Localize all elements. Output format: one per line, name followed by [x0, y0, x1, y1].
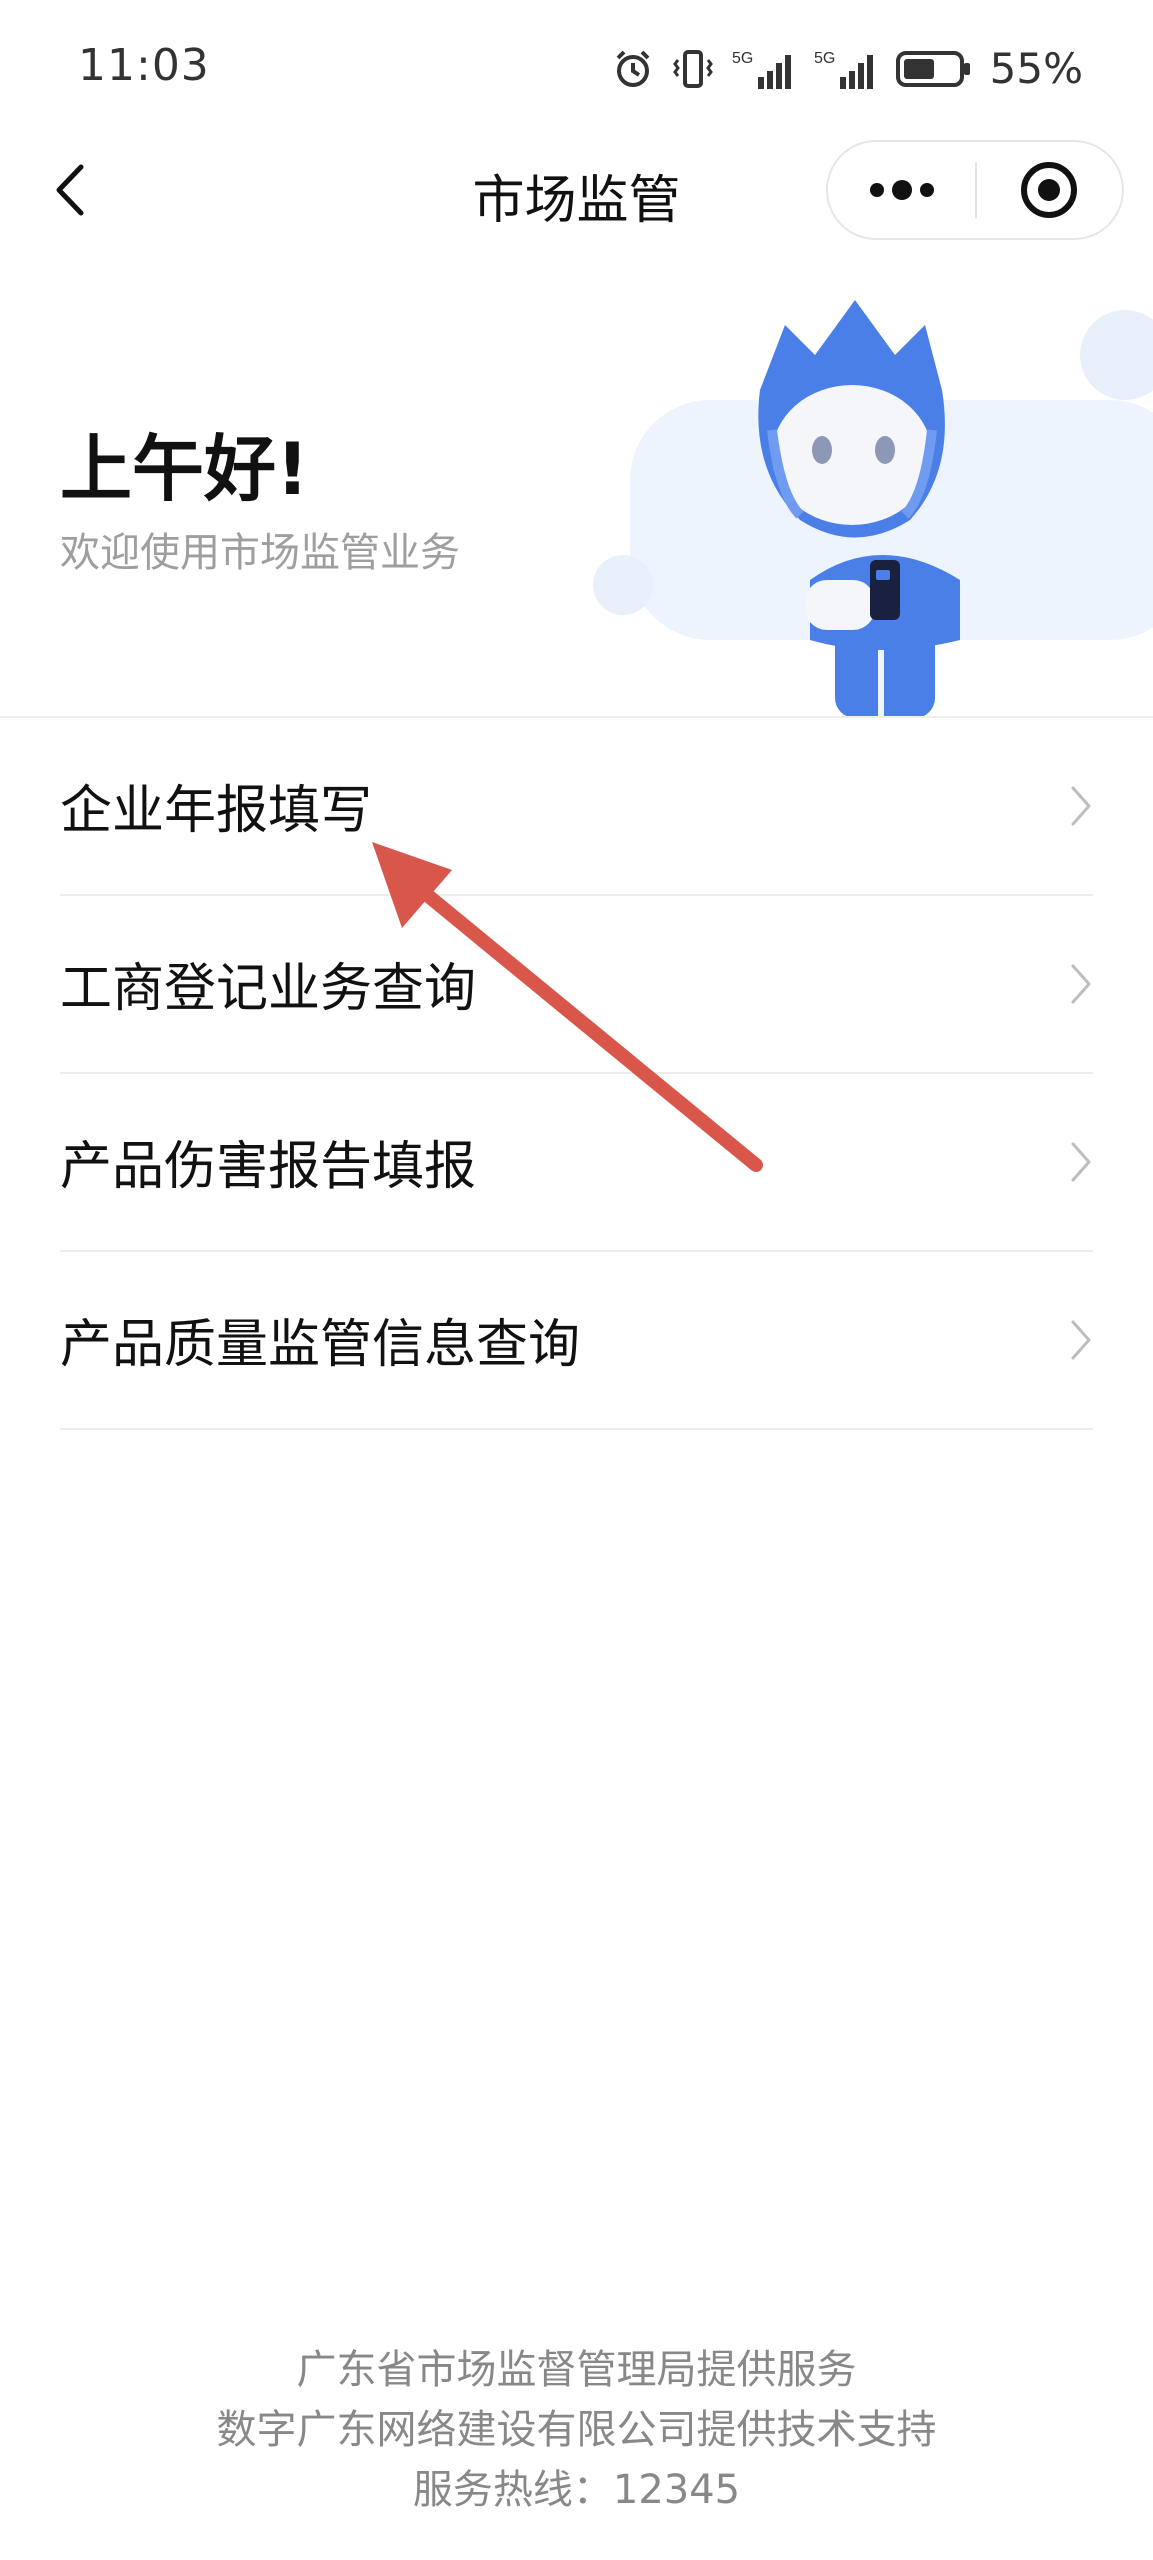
chevron-right-icon	[1071, 786, 1091, 826]
service-menu: 企业年报填写 工商登记业务查询 产品伤害报告填报 产品质量监管信息查询	[60, 718, 1093, 1430]
chevron-right-icon	[1071, 1320, 1091, 1360]
status-time: 11:03	[78, 40, 210, 91]
menu-item-quality-query[interactable]: 产品质量监管信息查询	[60, 1252, 1093, 1430]
footer-provider: 广东省市场监督管理局提供服务	[296, 2347, 857, 2393]
vibrate-icon	[672, 49, 713, 88]
menu-item-label: 产品伤害报告填报	[60, 1137, 477, 1197]
battery-percent: 55%	[989, 44, 1083, 93]
menu-item-label: 企业年报填写	[60, 781, 373, 841]
alarm-icon	[616, 50, 650, 87]
close-miniapp-button[interactable]	[977, 142, 1122, 238]
chevron-right-icon	[1071, 1142, 1091, 1182]
menu-item-registration-query[interactable]: 工商登记业务查询	[60, 896, 1093, 1074]
more-button[interactable]	[828, 142, 975, 238]
menu-item-label: 工商登记业务查询	[60, 959, 477, 1019]
footer-hotline: 服务热线：12345	[412, 2467, 741, 2513]
menu-item-label: 产品质量监管信息查询	[60, 1315, 581, 1375]
menu-item-injury-report[interactable]: 产品伤害报告填报	[60, 1074, 1093, 1252]
battery-icon	[895, 50, 970, 87]
status-bar: 11:03 5G 5G 55%	[0, 0, 1153, 140]
more-icon	[869, 180, 934, 200]
chevron-right-icon	[1071, 964, 1091, 1004]
nav-bar: 市场监管	[0, 140, 1153, 240]
signal-icon: 5G	[814, 50, 873, 89]
menu-item-annual-report[interactable]: 企业年报填写	[60, 718, 1093, 896]
signal-icon: 5G	[732, 50, 791, 89]
status-icons: 5G 5G 55%	[612, 44, 1083, 93]
mascot-illustration	[593, 300, 1153, 718]
greeting-heading: 上午好!	[60, 427, 309, 511]
svg-text:5G: 5G	[814, 50, 835, 67]
footer-tech-support: 数字广东网络建设有限公司提供技术支持	[216, 2407, 937, 2453]
svg-text:5G: 5G	[732, 50, 753, 67]
miniapp-capsule	[826, 140, 1124, 240]
footer: 广东省市场监督管理局提供服务 数字广东网络建设有限公司提供技术支持 服务热线：1…	[0, 2340, 1153, 2520]
hero-banner: 上午好! 欢迎使用市场监管业务	[0, 280, 1153, 718]
welcome-subtitle: 欢迎使用市场监管业务	[60, 530, 460, 576]
close-target-icon	[1021, 162, 1078, 218]
